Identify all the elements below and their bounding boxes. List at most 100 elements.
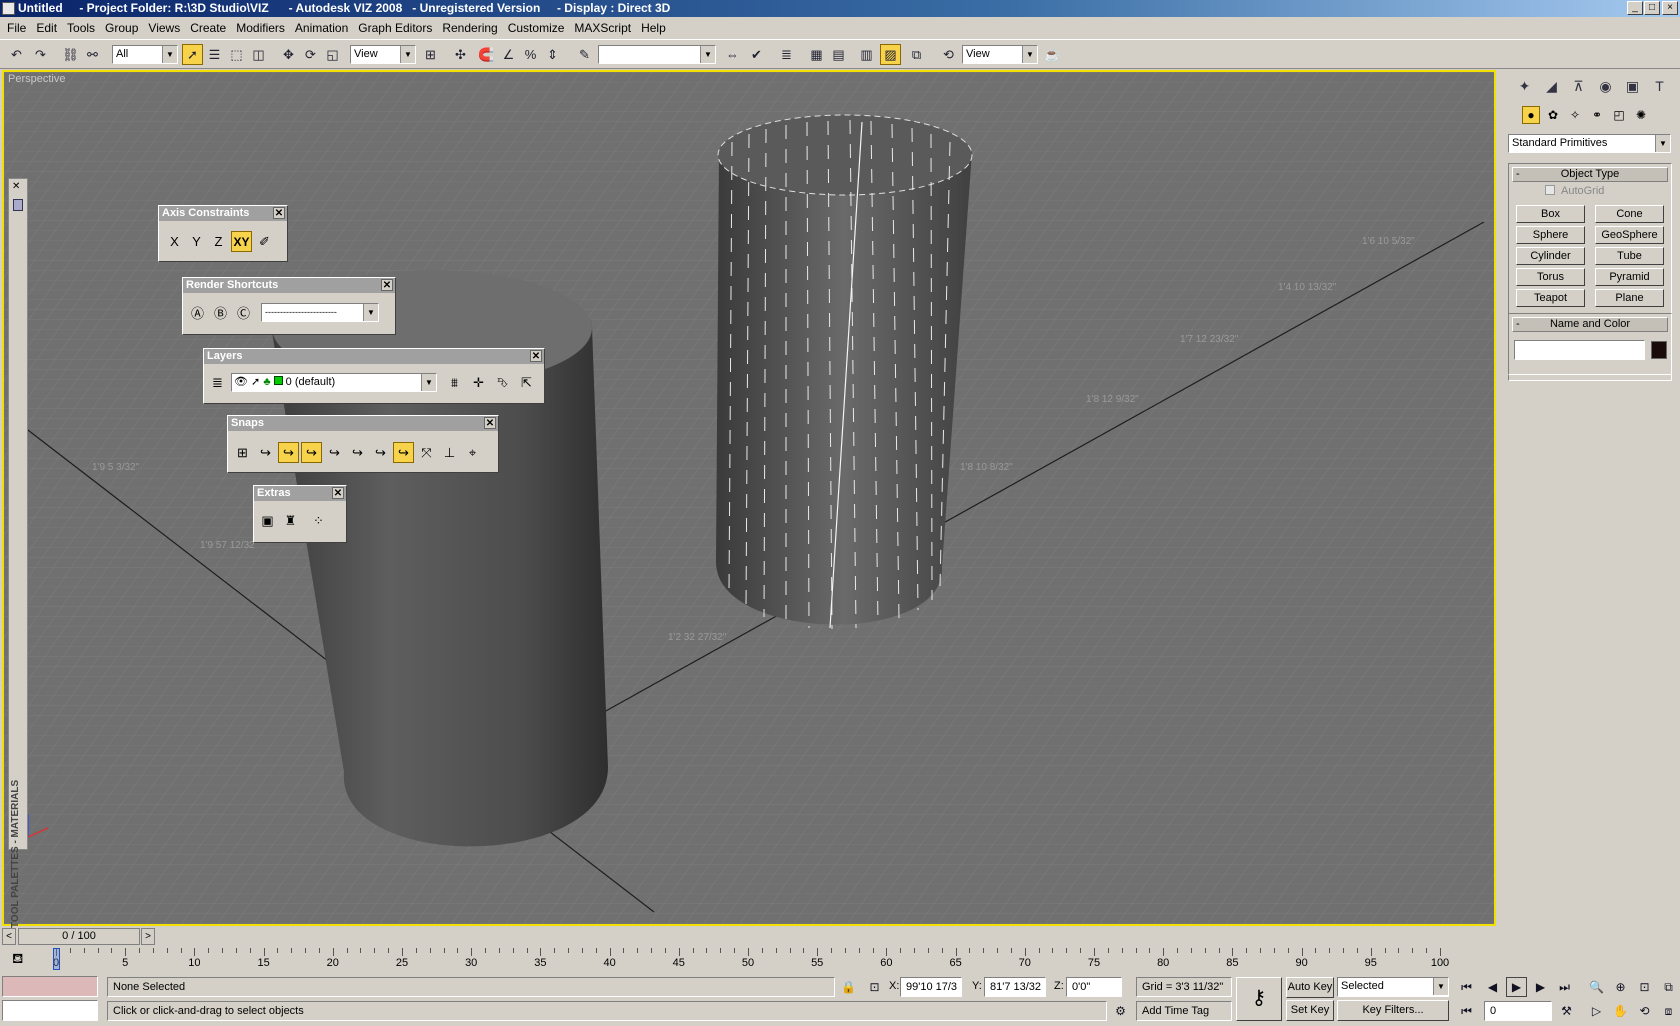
material-editor-icon[interactable]: ▥ [856,44,877,65]
select-object-icon[interactable]: ➚ [182,44,203,65]
current-layer-dropdown[interactable]: 👁 ➚ ♣ 0 (default) ▼ [231,373,437,392]
render-setup-icon[interactable]: ▨ [880,44,901,65]
add-time-tag-button[interactable]: Add Time Tag [1136,1001,1232,1021]
manipulate-icon[interactable]: ✣ [450,44,471,65]
time-slider[interactable]: 0 / 100 [18,928,140,945]
snaps-toggle-icon[interactable]: 🧲 [476,44,497,65]
redo-icon[interactable]: ↷ [30,44,51,65]
scale-icon[interactable]: ◱ [322,44,343,65]
current-frame-marker[interactable] [53,948,60,970]
select-by-name-icon[interactable]: ☰ [204,44,225,65]
menu-animation[interactable]: Animation [292,18,355,38]
object-color-swatch[interactable] [1651,341,1667,359]
rotate-icon[interactable]: ⟳ [300,44,321,65]
pan-icon[interactable]: ✋ [1610,1001,1631,1021]
viewport-label[interactable]: Perspective [8,73,65,85]
menu-file[interactable]: File [4,18,33,38]
add-to-layer-icon[interactable]: ✛ [468,372,489,393]
pivot-center-icon[interactable]: ⊞ [420,44,441,65]
quick-render-icon[interactable]: ⟲ [938,44,959,65]
menu-modifiers[interactable]: Modifiers [233,18,292,38]
mini-curve-editor-icon[interactable]: ⛾ [12,950,23,969]
menu-create[interactable]: Create [187,18,233,38]
modify-tab-icon[interactable]: ◢ [1539,74,1564,98]
current-frame-input[interactable]: 0 [1484,1001,1552,1021]
array-icon[interactable]: ⁘ [308,510,329,531]
time-tag-icon[interactable]: ⚙ [1110,1001,1131,1021]
sphere-button[interactable]: Sphere [1516,226,1585,244]
create-tab-icon[interactable]: ✦ [1512,74,1537,98]
maxscript-listener-white[interactable] [2,1000,98,1021]
next-frame-arrow-icon[interactable]: > [141,928,155,945]
geosphere-button[interactable]: GeoSphere [1595,226,1664,244]
lock-selection-icon[interactable]: 🔒 [838,977,859,997]
render-teapot-icon[interactable]: ☕ [1042,44,1063,65]
key-mode-dropdown[interactable]: Selected ▼ [1337,977,1449,997]
tube-button[interactable]: Tube [1595,247,1664,265]
snap-endpoint-icon[interactable]: ↪ [301,442,322,463]
prev-frame-arrow-icon[interactable]: < [2,928,16,945]
zoom-extents-all-icon[interactable]: ⧉ [1658,977,1679,997]
snap-grid-points-icon[interactable]: ⊞ [232,442,253,463]
snap-vertex-icon[interactable]: ↪ [278,442,299,463]
create-layer-icon[interactable]: ⩩ [444,372,465,393]
menu-group[interactable]: Group [102,18,145,38]
render-preset-b-icon[interactable]: Ⓑ [210,302,231,323]
helpers-icon[interactable]: ◰ [1610,106,1628,124]
zoom-all-icon[interactable]: ⊕ [1610,977,1631,997]
edit-named-selection-icon[interactable]: ✎ [574,44,595,65]
menu-maxscript[interactable]: MAXScript [571,18,638,38]
cone-button[interactable]: Cone [1595,205,1664,223]
percent-snap-icon[interactable]: % [520,44,541,65]
z-coordinate-input[interactable]: 0'0" [1066,977,1122,997]
maxscript-listener-pink[interactable] [2,976,98,997]
selection-filter-dropdown[interactable]: All ▼ [112,45,178,64]
menu-customize[interactable]: Customize [505,18,572,38]
track-bar[interactable]: 0 5 10 15 20 25 30 35 40 45 50 55 60 65 70 75 80 85 90 95 10… [32,948,1502,972]
play-icon[interactable]: ▶ [1506,977,1527,997]
space-warps-icon[interactable]: ✺ [1632,106,1650,124]
axis-z-button[interactable]: Z [208,231,229,252]
tool-palette-close-icon[interactable]: ✕ [12,181,20,192]
box-icon[interactable]: ▣ [257,510,278,531]
window-crossing-icon[interactable]: ◫ [248,44,269,65]
layer-manager-icon[interactable]: ≣ [776,44,797,65]
next-frame-icon[interactable]: ▶ [1530,977,1551,997]
key-filters-button[interactable]: Key Filters... [1337,1000,1449,1021]
plane-button[interactable]: Plane [1595,289,1664,307]
render-preset-c-icon[interactable]: Ⓒ [233,302,254,323]
menu-views[interactable]: Views [145,18,187,38]
angle-snap-icon[interactable]: ∠ [498,44,519,65]
time-configuration-icon[interactable]: ⚒ [1556,1001,1577,1021]
snap-pivot-icon[interactable]: ↪ [255,442,276,463]
render-preset-dropdown[interactable]: ------------------------ ▼ [261,303,379,322]
close-icon[interactable]: ✕ [332,487,344,499]
key-mode-toggle-icon[interactable]: ⏮ [1456,1001,1477,1021]
close-icon[interactable]: ✕ [484,417,496,429]
layer-manager-icon[interactable]: ≣ [207,372,228,393]
select-in-layer-icon[interactable]: ⮷ [492,372,513,393]
minimize-button[interactable]: _ [1627,1,1643,15]
geometry-icon[interactable]: ● [1522,106,1540,124]
menu-help[interactable]: Help [638,18,673,38]
render-frame-icon[interactable]: ⧉ [906,44,927,65]
set-key-button[interactable]: Set Key [1286,1000,1334,1021]
axis-xy-button[interactable]: XY [231,231,252,252]
display-tab-icon[interactable]: ▣ [1620,74,1645,98]
unlink-icon[interactable]: ⚯ [82,44,103,65]
mirror-icon[interactable]: ⇔ [722,44,743,65]
teapot-button[interactable]: Teapot [1516,289,1585,307]
close-icon[interactable]: ✕ [530,350,542,362]
spinner-snap-icon[interactable]: ⇕ [542,44,563,65]
named-selection-sets-dropdown[interactable]: ▼ [598,45,716,64]
arc-rotate-icon[interactable]: ⟲ [1634,1001,1655,1021]
walkthrough-icon[interactable]: ♜ [280,510,301,531]
object-type-header[interactable]: - Object Type [1512,167,1668,182]
cameras-icon[interactable]: ⚭ [1588,106,1606,124]
tool-palette-icon[interactable] [13,199,23,211]
object-name-input[interactable] [1514,340,1645,360]
render-type-dropdown[interactable]: View ▼ [962,45,1038,64]
menu-rendering[interactable]: Rendering [439,18,504,38]
reference-coordinate-dropdown[interactable]: View ▼ [350,45,416,64]
motion-tab-icon[interactable]: ◉ [1593,74,1618,98]
